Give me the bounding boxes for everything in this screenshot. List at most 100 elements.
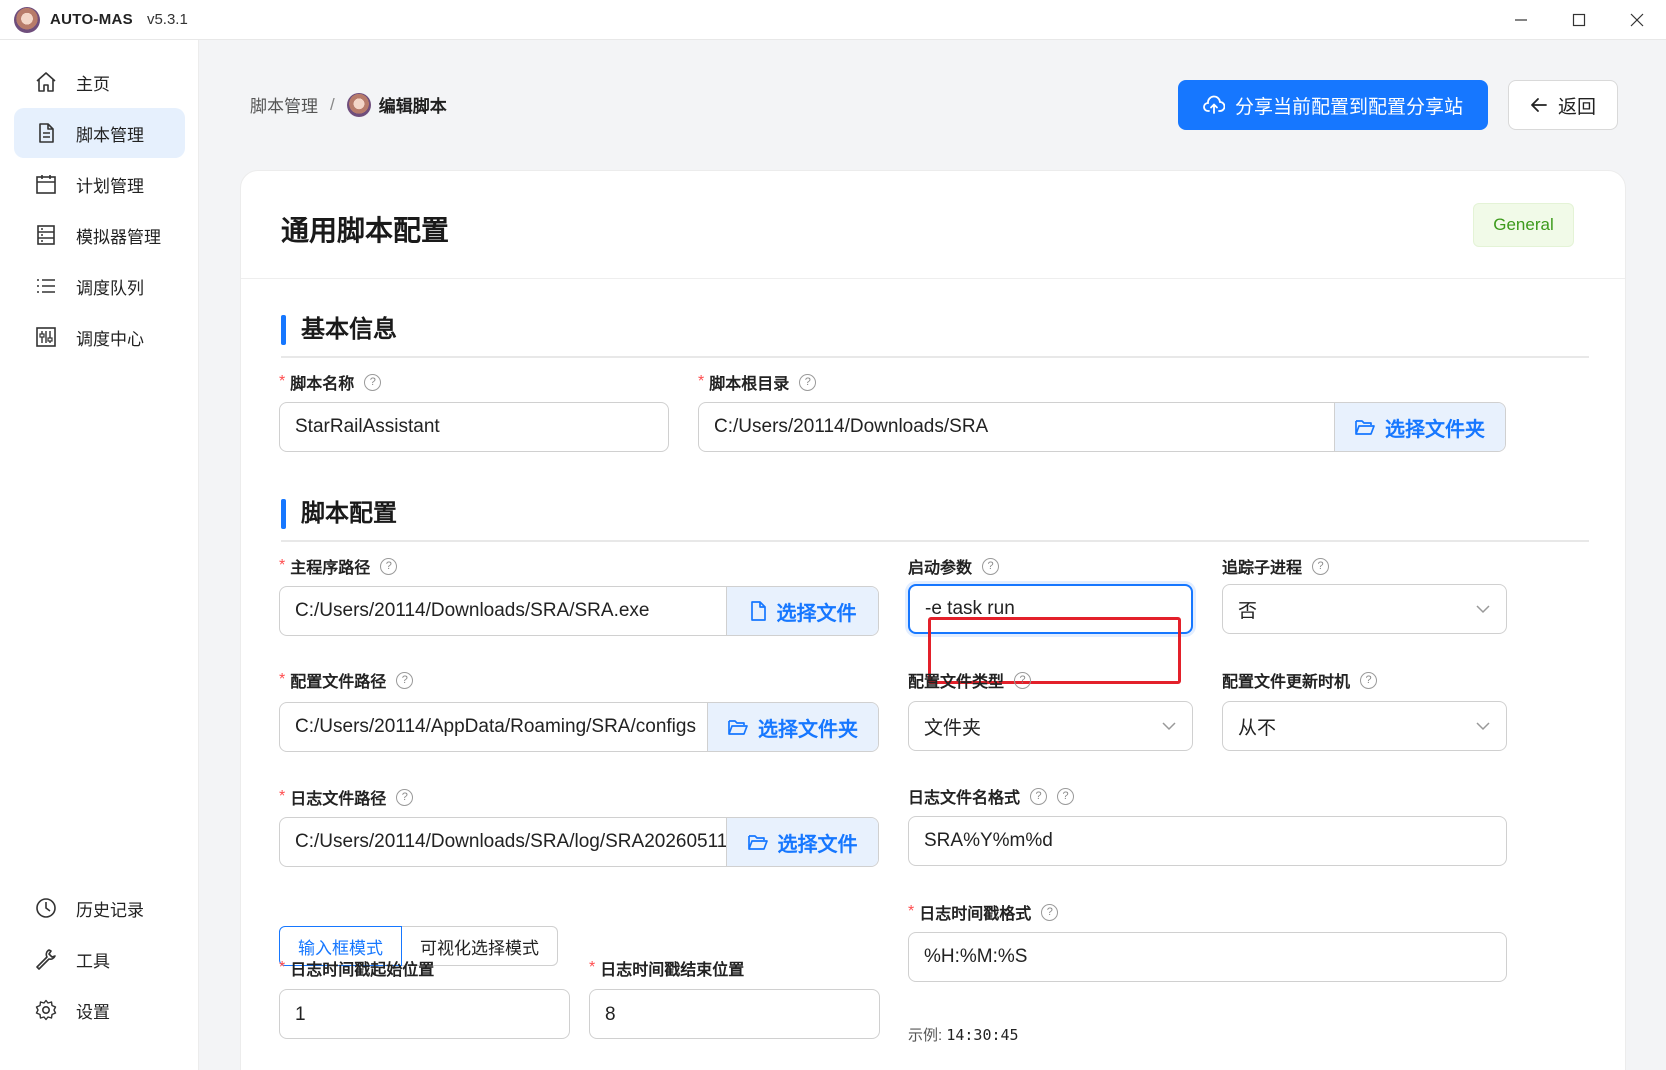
label-text: 脚本根目录 [709,376,790,393]
help-icon[interactable]: ? [1312,557,1330,575]
help-icon[interactable]: ? [364,373,382,391]
folder-open-icon [1355,420,1375,435]
config-update-select[interactable]: 从不 [1222,701,1507,751]
sidebar: 主页 脚本管理 计划管理 模拟器管理 调度队列 调度中心 历史记录 工具 设置 [0,40,199,1070]
sidebar-item-label: 脚本管理 [76,125,144,145]
timestamp-end-input[interactable]: 8 [589,989,880,1039]
folder-open-icon [747,835,768,850]
sidebar-item-queue[interactable]: 调度队列 [14,261,185,311]
help-icon[interactable]: ? [1360,671,1378,689]
button-label: 选择文件夹 [1385,418,1485,441]
input-value: 8 [605,1004,616,1025]
sidebar-item-tools[interactable]: 工具 [14,934,185,984]
timestamp-format-input[interactable]: %H:%M:%S [908,932,1507,982]
folder-open-icon [728,720,748,735]
app-version: v5.3.1 [146,11,188,28]
sidebar-item-history[interactable]: 历史记录 [14,883,185,933]
file-icon [750,601,766,621]
section-divider [281,356,1589,358]
close-button[interactable] [1608,0,1666,40]
sidebar-item-plans[interactable]: 计划管理 [14,159,185,209]
sidebar-item-home[interactable]: 主页 [14,57,185,107]
sidebar-item-emulators[interactable]: 模拟器管理 [14,210,185,260]
timestamp-start-label: * 日志时间戳起始位置 [279,956,434,980]
log-path-input[interactable]: C:/Users/20114/Downloads/SRA/log/SRA2026… [279,817,879,867]
main-content: 脚本管理 / 编辑脚本 分享当前配置到配置分享站 返回 通用脚本配置 Gener… [200,40,1666,1070]
select-folder-button[interactable]: 选择文件夹 [1334,403,1505,451]
help-icon[interactable]: ? [1014,671,1032,689]
label-text: 追踪子进程 [1222,560,1303,577]
share-config-button[interactable]: 分享当前配置到配置分享站 [1178,80,1488,130]
input-value: C:/Users/20114/Downloads/SRA/log/SRA2026… [295,831,726,852]
script-name-input[interactable]: StarRailAssistant [279,402,669,452]
label-text: 配置文件类型 [908,674,1005,691]
required-mark: * [279,557,286,574]
label-text: 脚本名称 [290,376,355,393]
sidebar-item-label: 设置 [76,1002,110,1022]
help-icon[interactable]: ? [1057,787,1075,805]
minimize-button[interactable] [1492,0,1550,40]
config-type-select[interactable]: 文件夹 [908,701,1193,751]
sidebar-item-label: 调度队列 [76,278,144,298]
breadcrumb-parent[interactable]: 脚本管理 [250,92,318,117]
back-button[interactable]: 返回 [1508,80,1618,130]
help-icon[interactable]: ? [380,557,398,575]
help-icon[interactable]: ? [799,373,817,391]
label-text: 配置文件更新时机 [1222,674,1351,691]
label-text: 日志时间戳起始位置 [290,962,435,979]
settings-icon [34,998,58,1022]
log-name-format-label: 日志文件名格式 ? ? [908,784,1075,808]
input-value: StarRailAssistant [295,416,440,437]
section-divider [281,540,1589,542]
help-icon[interactable]: ? [1030,787,1048,805]
sidebar-item-label: 计划管理 [76,176,144,196]
label-text: 启动参数 [908,560,973,577]
input-value: 1 [295,1004,306,1025]
home-icon [34,70,58,94]
main-path-input[interactable]: C:/Users/20114/Downloads/SRA/SRA.exe 选择文… [279,586,879,636]
launch-args-label: 启动参数 ? [908,554,1000,578]
select-file-button[interactable]: 选择文件 [726,818,878,866]
config-path-input[interactable]: C:/Users/20114/AppData/Roaming/SRA/confi… [279,702,879,752]
sidebar-item-scripts[interactable]: 脚本管理 [14,108,185,158]
script-root-input[interactable]: C:/Users/20114/Downloads/SRA 选择文件夹 [698,402,1506,452]
track-child-select[interactable]: 否 [1222,584,1507,634]
app-name: AUTO-MAS [50,11,133,28]
required-mark: * [279,788,286,805]
select-folder-button[interactable]: 选择文件夹 [707,703,878,751]
required-mark: * [279,671,286,688]
back-button-label: 返回 [1557,96,1596,118]
section-title-basic-info: 基本信息 [281,315,397,345]
arrow-left-icon [1531,98,1547,112]
select-value: 否 [1238,600,1258,622]
sidebar-item-settings[interactable]: 设置 [14,985,185,1035]
main-path-label: * 主程序路径 ? [279,554,398,578]
input-value: C:/Users/20114/Downloads/SRA/SRA.exe [295,600,650,621]
timestamp-start-input[interactable]: 1 [279,989,570,1039]
required-mark: * [908,903,915,920]
history-icon [34,896,58,920]
control-icon [34,325,58,349]
log-name-format-input[interactable]: SRA%Y%m%d [908,816,1507,866]
app-logo-icon [14,6,40,33]
timestamp-example: 示例: 14:30:45 [908,1024,1019,1045]
sidebar-item-dispatch-center[interactable]: 调度中心 [14,312,185,362]
select-file-button[interactable]: 选择文件 [726,587,878,635]
breadcrumb: 脚本管理 / 编辑脚本 [250,92,447,117]
sidebar-item-label: 工具 [76,951,110,971]
config-path-label: * 配置文件路径 ? [279,668,414,692]
chevron-down-icon [1476,604,1490,613]
label-text: 日志文件名格式 [908,790,1021,807]
help-icon[interactable]: ? [396,788,414,806]
sidebar-item-label: 主页 [76,74,110,94]
help-icon[interactable]: ? [1041,903,1059,921]
help-icon[interactable]: ? [396,671,414,689]
help-icon[interactable]: ? [982,557,1000,575]
label-text: 日志时间戳格式 [919,906,1032,923]
script-config-card: 通用脚本配置 General 基本信息 * 脚本名称 ? StarRailAss… [240,170,1626,1070]
log-path-label: * 日志文件路径 ? [279,785,414,809]
script-root-label: * 脚本根目录 ? [698,370,817,394]
maximize-button[interactable] [1550,0,1608,40]
track-child-label: 追踪子进程 ? [1222,554,1330,578]
timestamp-format-label: * 日志时间戳格式 ? [908,900,1059,924]
